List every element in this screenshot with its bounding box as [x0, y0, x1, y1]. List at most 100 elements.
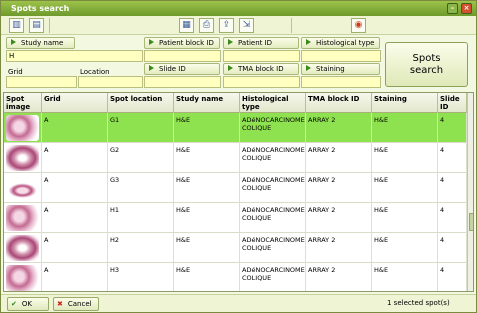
patient-id-input[interactable] [223, 50, 300, 62]
patient-id-button[interactable]: Patient ID [223, 37, 299, 49]
spot-thumbnail [6, 265, 39, 291]
column-header-grid[interactable]: Grid [42, 93, 108, 113]
spot-image-cell [4, 263, 42, 291]
play-icon [306, 65, 311, 71]
document-icon: ▦ [182, 20, 191, 30]
location-cell: H3 [108, 263, 174, 291]
histological-type-cell: ADéNOCARCINOME COLIQUE [240, 233, 306, 263]
document-button[interactable]: ▦ [179, 18, 194, 33]
scrollbar-thumb[interactable] [469, 213, 473, 231]
tma-cell: ARRAY 2 [306, 203, 372, 233]
cancel-button[interactable]: ✖ Cancel [53, 297, 99, 311]
column-header-staining[interactable]: Staining [372, 93, 438, 113]
column-header-tma-block-id[interactable]: TMA block ID [306, 93, 372, 113]
histological-type-input[interactable] [301, 50, 381, 62]
toolbar-separator [49, 18, 50, 33]
toolbar-separator [291, 18, 292, 33]
column-header-study-name[interactable]: Study name [174, 93, 240, 113]
filter-panel: Study name H Patient block ID Patient ID… [1, 35, 476, 91]
patient-block-id-button[interactable]: Patient block ID [144, 37, 220, 49]
spot-thumbnail [6, 235, 39, 261]
slide-cell: 4 [438, 233, 467, 263]
column-header-histological-type[interactable]: Histological type [240, 93, 306, 113]
tma-block-id-button[interactable]: TMA block ID [223, 63, 299, 75]
spot-image-cell [4, 233, 42, 263]
print-button[interactable]: ⎙ [199, 18, 214, 33]
table-row[interactable]: A H1 H&E ADéNOCARCINOME COLIQUE ARRAY 2 H… [4, 203, 467, 233]
slide-id-button[interactable]: Slide ID [144, 63, 220, 75]
tma-cell: ARRAY 2 [306, 233, 372, 263]
histological-type-cell: ADéNOCARCINOME COLIQUE [240, 113, 306, 143]
tma-block-id-input[interactable] [223, 76, 300, 88]
bottom-bar: ✔ OK ✖ Cancel 1 selected spot(s) [1, 294, 476, 312]
study-cell: H&E [174, 263, 240, 291]
staining-cell: H&E [372, 143, 438, 173]
grid-cell: A [42, 263, 108, 291]
detail-view-button[interactable]: ▤ [29, 18, 44, 33]
staining-input[interactable] [301, 76, 381, 88]
grid-input[interactable] [6, 76, 77, 88]
fit-button[interactable]: ⇲ [239, 18, 254, 33]
column-header-slide-id[interactable]: Slide ID [438, 93, 467, 113]
patient-block-id-input[interactable] [144, 50, 221, 62]
table-row[interactable]: A G3 H&E ADéNOCARCINOME COLIQUE ARRAY 2 H… [4, 173, 467, 203]
play-icon [149, 39, 154, 45]
play-icon [228, 65, 233, 71]
column-header-spot-image[interactable]: Spot image [4, 93, 42, 113]
study-name-button[interactable]: Study name [6, 37, 75, 49]
histological-type-cell: ADéNOCARCINOME COLIQUE [240, 203, 306, 233]
staining-cell: H&E [372, 263, 438, 291]
vertical-scrollbar[interactable] [467, 93, 473, 291]
histological-type-cell: ADéNOCARCINOME COLIQUE [240, 263, 306, 291]
spot-thumbnail [6, 145, 39, 171]
grid-cell: A [42, 233, 108, 263]
print-icon: ⎙ [202, 20, 211, 30]
location-cell: G1 [108, 113, 174, 143]
spots-search-button[interactable]: Spots search [385, 42, 468, 87]
ok-button[interactable]: ✔ OK [7, 297, 49, 311]
table-row[interactable]: A H3 H&E ADéNOCARCINOME COLIQUE ARRAY 2 H… [4, 263, 467, 291]
title-bar: Spots search – × [1, 1, 476, 16]
slide-cell: 4 [438, 203, 467, 233]
grid-cell: A [42, 143, 108, 173]
spots-search-window: Spots search – × ▥ ▤ ▦ ⎙ ⇪ ⇲ ◉ Study nam… [0, 0, 477, 313]
tma-cell: ARRAY 2 [306, 143, 372, 173]
staining-cell: H&E [372, 233, 438, 263]
staining-cell: H&E [372, 203, 438, 233]
fit-icon: ⇲ [242, 20, 251, 30]
study-name-input[interactable]: H [6, 50, 143, 62]
grid-view-button[interactable]: ▥ [9, 18, 24, 33]
table-row[interactable]: A G2 H&E ADéNOCARCINOME COLIQUE ARRAY 2 H… [4, 143, 467, 173]
cross-icon: ✖ [57, 300, 63, 308]
table-row[interactable]: A G1 H&E ADéNOCARCINOME COLIQUE ARRAY 2 H… [4, 113, 467, 143]
close-button[interactable]: × [461, 3, 472, 14]
slide-id-input[interactable] [144, 76, 221, 88]
location-label: Location [80, 68, 110, 76]
play-icon [11, 39, 16, 45]
spot-thumbnail [6, 115, 39, 141]
study-cell: H&E [174, 143, 240, 173]
staining-cell: H&E [372, 113, 438, 143]
table-row[interactable]: A H2 H&E ADéNOCARCINOME COLIQUE ARRAY 2 H… [4, 233, 467, 263]
play-icon [306, 39, 311, 45]
spot-thumbnail [6, 205, 39, 231]
grid-label: Grid [8, 68, 23, 76]
spot-image-cell [4, 113, 42, 143]
checkmark-icon: ✔ [11, 300, 17, 308]
histological-type-button[interactable]: Histological type [301, 37, 380, 49]
slide-cell: 4 [438, 263, 467, 291]
location-cell: H2 [108, 233, 174, 263]
table-header: Spot image Grid Spot location Study name… [4, 93, 467, 113]
settings-button[interactable]: ◉ [351, 18, 366, 33]
histological-type-cell: ADéNOCARCINOME COLIQUE [240, 173, 306, 203]
tma-cell: ARRAY 2 [306, 173, 372, 203]
grid-cell: A [42, 203, 108, 233]
column-header-spot-location[interactable]: Spot location [108, 93, 174, 113]
play-icon [149, 65, 154, 71]
location-input[interactable] [78, 76, 143, 88]
staining-button[interactable]: Staining [301, 63, 380, 75]
location-cell: G3 [108, 173, 174, 203]
minimize-button[interactable]: – [447, 3, 458, 14]
spot-thumbnail [6, 175, 39, 201]
export-button[interactable]: ⇪ [219, 18, 234, 33]
